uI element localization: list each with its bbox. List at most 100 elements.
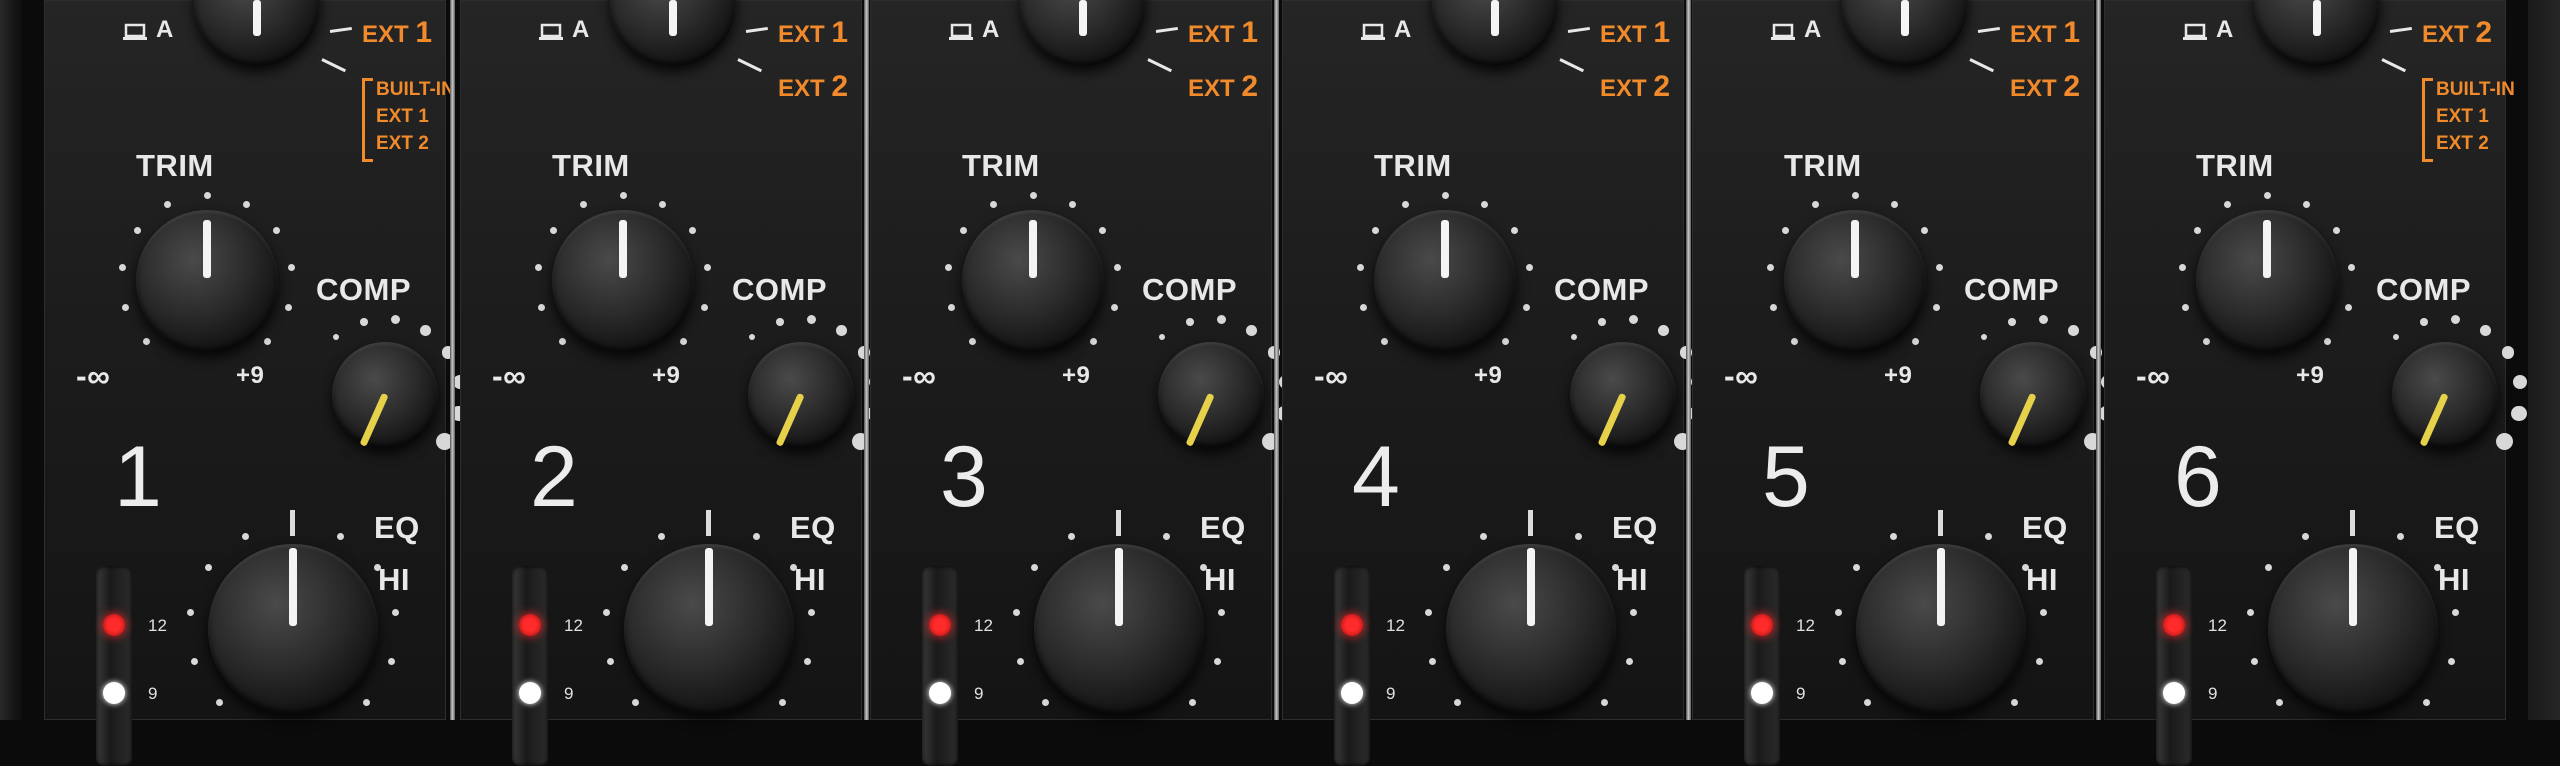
trim-scale-dot [1936, 264, 1944, 272]
eq-hi-label: HI [378, 562, 410, 597]
comp-indicator [1597, 392, 1627, 447]
trim-max-label: +9 [236, 362, 265, 389]
input-select-knob[interactable] [1020, 0, 1146, 66]
trim-scale-dot [1912, 338, 1920, 346]
comp-indicator [359, 392, 389, 447]
trim-knob[interactable] [136, 210, 278, 352]
trim-scale-dot [1114, 264, 1122, 272]
comp-scale-dot [419, 325, 431, 336]
input-select-knob[interactable] [2254, 0, 2380, 66]
eq-hi-scale-dot [2021, 564, 2029, 572]
comp-label: COMP [1964, 272, 2059, 307]
meter-12-label: 12 [2208, 616, 2227, 635]
trim-scale-dot [1356, 264, 1364, 272]
trim-min-label: -∞ [2136, 358, 2171, 394]
comp-label: COMP [1142, 272, 1237, 307]
meter-9-label: 9 [1796, 684, 1806, 703]
comp-knob[interactable] [748, 342, 854, 448]
eq-hi-center-tick [1528, 510, 1533, 536]
trim-knob[interactable] [552, 210, 694, 352]
eq-hi-knob[interactable] [1446, 544, 1616, 714]
trim-scale-dot [1371, 226, 1379, 234]
input-select-knob[interactable] [194, 0, 320, 66]
trim-scale-dot [121, 304, 129, 312]
trim-scale-dot [264, 338, 272, 346]
trim-knob[interactable] [962, 210, 1104, 352]
input-select-knob[interactable] [610, 0, 736, 66]
selector-line-top [2389, 26, 2412, 33]
eq-hi-knob[interactable] [208, 544, 378, 714]
eq-hi-scale-dot [242, 532, 250, 540]
ext-top-number: 1 [831, 16, 849, 49]
eq-hi-scale-dot [2011, 699, 2019, 707]
trim-scale-dot [1402, 200, 1410, 208]
comp-knob[interactable] [332, 342, 438, 448]
trim-scale-dot [959, 226, 967, 234]
eq-hi-knob[interactable] [624, 544, 794, 714]
trim-knob[interactable] [1784, 210, 1926, 352]
trim-scale-dot [285, 304, 293, 312]
trim-scale-dot [1523, 304, 1531, 312]
eq-hi-scale-dot [1031, 564, 1039, 572]
channel-number: 1 [114, 429, 162, 525]
meter-9-label: 9 [2208, 684, 2218, 703]
trim-scale-dot [701, 304, 709, 312]
eq-hi-center-tick [290, 510, 295, 536]
eq-hi-knob[interactable] [1856, 544, 2026, 714]
channel-strip-1: A EXT 1 BUILT-IN EXT 1 EXT 2 TRIM -∞ +9 CO… [44, 0, 467, 766]
led-9 [1751, 682, 1773, 704]
selector-line-bottom [1969, 58, 1995, 73]
trim-knob[interactable] [1374, 210, 1516, 352]
eq-hi-knob[interactable] [2268, 544, 2438, 714]
comp-indicator [2419, 392, 2449, 447]
comp-indicator [775, 392, 805, 447]
eq-hi-scale-dot [363, 699, 371, 707]
input-select-knob[interactable] [1432, 0, 1558, 66]
comp-indicator [1185, 392, 1215, 447]
trim-scale-dot [142, 338, 150, 346]
trim-min-label: -∞ [1724, 358, 1759, 394]
channel-number: 5 [1762, 429, 1810, 525]
comp-knob[interactable] [2392, 342, 2498, 448]
comp-label: COMP [1554, 272, 1649, 307]
eq-hi-scale-dot [388, 657, 396, 665]
trim-scale-dot [1359, 304, 1367, 312]
eq-hi-scale-dot [1863, 699, 1871, 707]
eq-hi-knob[interactable] [1034, 544, 1204, 714]
level-meter [1334, 566, 1370, 766]
comp-knob[interactable] [1158, 342, 1264, 448]
ext-top-word: EXT [362, 21, 409, 48]
eq-hi-scale-dot [1834, 609, 1842, 617]
comp-scale-dot [806, 315, 817, 325]
input-select-knob[interactable] [1842, 0, 1968, 66]
input-source-a-label: A [1804, 16, 1822, 43]
trim-label: TRIM [136, 148, 214, 183]
comp-knob[interactable] [1980, 342, 2086, 448]
trim-max-label: +9 [2296, 362, 2325, 389]
comp-knob[interactable] [1570, 342, 1676, 448]
trim-scale-dot [2263, 191, 2271, 199]
comp-scale-dot [2510, 405, 2527, 422]
comp-scale-dot [835, 325, 847, 336]
trim-scale-dot [2193, 226, 2201, 234]
led-9 [1341, 682, 1363, 704]
laptop-icon [948, 22, 974, 42]
ext-top-word: EXT [2422, 21, 2469, 48]
trim-scale-dot [947, 304, 955, 312]
channel-strip-3: A EXT 1 EXT 2 TRIM -∞ +9 COMP 3 EQ HI 12… [870, 0, 1293, 766]
trim-knob[interactable] [2196, 210, 2338, 352]
trim-scale-dot [2333, 226, 2341, 234]
eq-hi-scale-dot [1480, 532, 1488, 540]
comp-scale-dot [2420, 318, 2428, 326]
ext-top-number: 1 [415, 16, 433, 49]
eq-hi-scale-dot [1012, 609, 1020, 617]
comp-label: COMP [2376, 272, 2471, 307]
comp-scale-dot [1598, 318, 1606, 326]
comp-scale-dot [360, 318, 368, 326]
channel-strip-2: A EXT 1 EXT 2 TRIM -∞ +9 COMP 2 EQ HI 12… [460, 0, 883, 766]
eq-hi-scale-dot [2302, 532, 2310, 540]
meter-9-label: 9 [564, 684, 574, 703]
comp-scale-dot [776, 318, 784, 326]
trim-max-label: +9 [1884, 362, 1913, 389]
level-meter [96, 566, 132, 766]
